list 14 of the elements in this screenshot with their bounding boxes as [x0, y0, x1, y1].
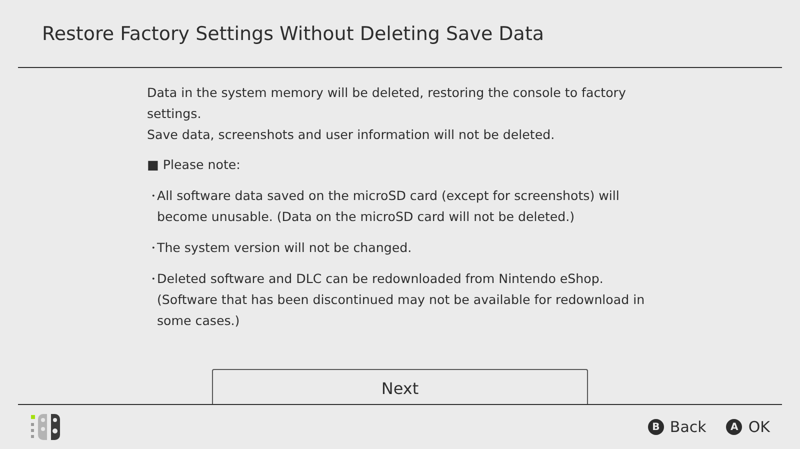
next-button[interactable]: Next	[212, 369, 588, 404]
bullet-text: Deleted software and DLC can be redownloaded from Nintendo eShop. (Software that has been discontinued may not be available for redownload in some cases.)	[157, 270, 646, 330]
bullet-text: The system version will not be changed.	[157, 239, 412, 257]
description-text: Data in the system memory will be deleted, restoring the console to factory settings.	[147, 84, 627, 123]
window-title: Restore Factory Settings Without Deleting Save Data	[42, 22, 544, 44]
bullet-mark: ・	[147, 239, 157, 257]
footer-action[interactable]: A OK	[726, 418, 770, 436]
description-text: Save data, screenshots and user information will not be deleted.	[147, 126, 556, 144]
bullet-mark: ・	[147, 270, 157, 288]
footer-action[interactable]: B Back	[648, 418, 706, 436]
square-icon: ■	[147, 154, 159, 175]
bullet-mark: ・	[147, 187, 157, 205]
note-heading: Please note:	[162, 156, 240, 174]
bullet-text: All software data saved on the microSD card (except for screenshots) will become unusable. (Data on the microSD card will not be deleted.)	[157, 187, 620, 226]
